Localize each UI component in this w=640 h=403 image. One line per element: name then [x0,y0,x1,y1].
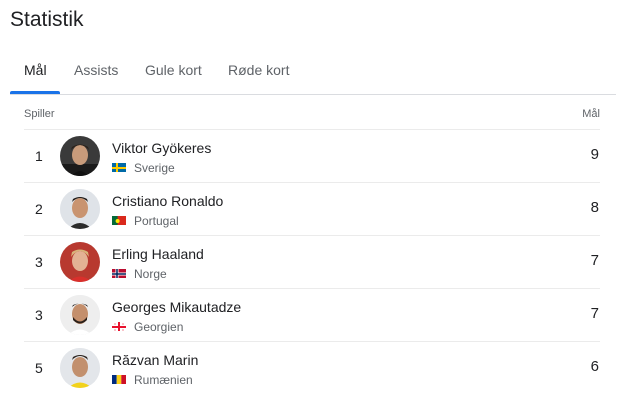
table-row[interactable]: 5 Răzvan Marin Rumænien 6 [24,341,600,394]
active-tab-indicator [10,91,60,94]
player-avatar [60,242,100,282]
tab-bar: Mål Assists Gule kort Røde kort [10,52,616,95]
page-title: Statistik [10,8,84,31]
country-name: Georgien [134,320,184,334]
scorers-table: 1 Viktor Gyökeres Sverige 9 2 Cristiano … [24,129,600,394]
player-rank: 5 [35,360,43,376]
table-row[interactable]: 2 Cristiano Ronaldo Portugal 8 [24,182,600,235]
tab-assists-label: Assists [74,62,119,78]
player-rank: 3 [35,254,43,270]
goals-count: 7 [590,305,599,322]
player-avatar [60,189,100,229]
tab-goals[interactable]: Mål [24,62,47,93]
country-name: Portugal [134,214,179,228]
goals-count: 9 [590,146,599,163]
flag-sweden-icon [112,162,126,172]
player-avatar [60,295,100,335]
country-name: Norge [134,267,167,281]
tab-yellow-cards-label: Gule kort [145,62,202,78]
player-avatar [60,348,100,388]
country-name: Rumænien [134,373,193,387]
goals-count: 6 [590,358,599,375]
table-header: Spiller Mål [24,108,600,130]
goals-count: 8 [590,199,599,216]
player-name[interactable]: Cristiano Ronaldo [112,193,223,209]
table-row[interactable]: 3 Erling Haaland Norge 7 [24,235,600,288]
tab-red-cards[interactable]: Røde kort [228,62,289,93]
player-name[interactable]: Erling Haaland [112,246,204,262]
player-rank: 1 [35,148,43,164]
tab-red-cards-label: Røde kort [228,62,290,78]
goals-count: 7 [590,252,599,269]
flag-portugal-icon [112,215,126,225]
country-name: Sverige [134,161,175,175]
tab-goals-label: Mål [24,62,47,78]
player-avatar [60,136,100,176]
column-header-goals: Mål [582,108,600,120]
flag-georgia-icon [112,321,126,331]
table-row[interactable]: 1 Viktor Gyökeres Sverige 9 [24,129,600,182]
flag-romania-icon [112,374,126,384]
table-row[interactable]: 3 Georges Mikautadze Georgien 7 [24,288,600,341]
column-header-player: Spiller [24,108,55,120]
flag-norway-icon [112,268,126,278]
player-rank: 2 [35,201,43,217]
player-rank: 3 [35,307,43,323]
player-name[interactable]: Viktor Gyökeres [112,140,211,156]
tab-assists[interactable]: Assists [74,62,118,93]
player-name[interactable]: Georges Mikautadze [112,299,241,315]
tab-yellow-cards[interactable]: Gule kort [145,62,202,93]
player-name[interactable]: Răzvan Marin [112,352,198,368]
